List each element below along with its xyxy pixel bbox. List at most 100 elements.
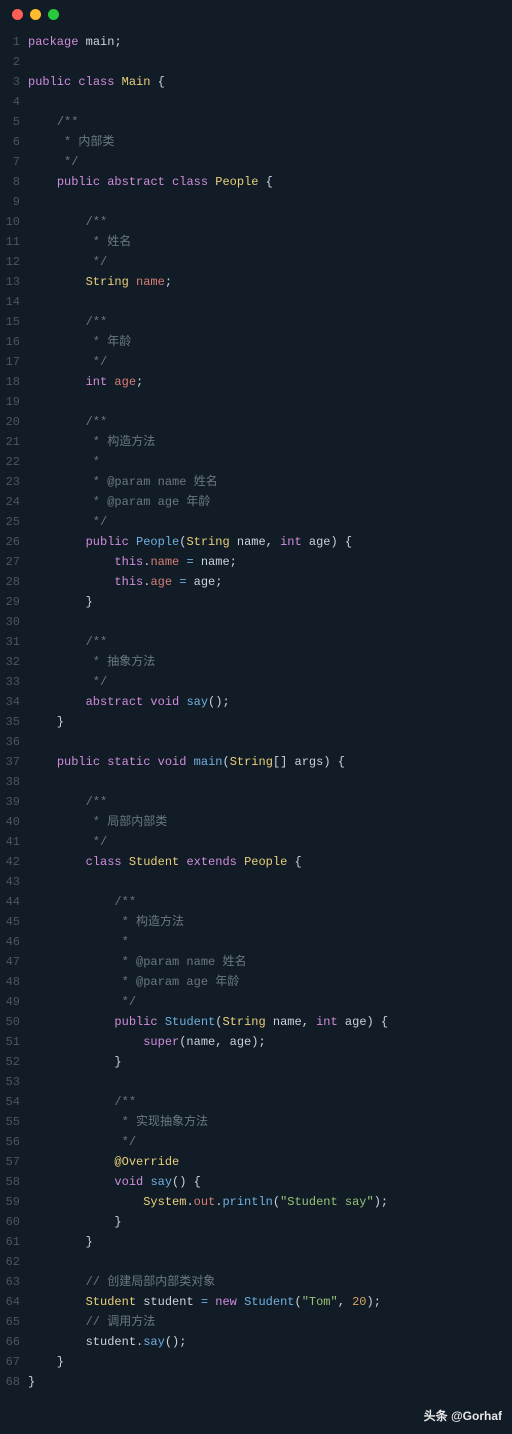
- code-line: 39 /**: [0, 792, 512, 812]
- code-line: 67 }: [0, 1352, 512, 1372]
- code-line: 40 * 局部内部类: [0, 812, 512, 832]
- line-content: }: [28, 1352, 512, 1372]
- line-content: package main;: [28, 32, 512, 52]
- code-line: 35 }: [0, 712, 512, 732]
- line-number: 46: [0, 932, 28, 952]
- line-number: 35: [0, 712, 28, 732]
- line-content: // 调用方法: [28, 1312, 512, 1332]
- line-content: [28, 772, 512, 792]
- line-number: 55: [0, 1112, 28, 1132]
- code-line: 20 /**: [0, 412, 512, 432]
- line-content: * 年龄: [28, 332, 512, 352]
- line-number: 68: [0, 1372, 28, 1392]
- line-number: 67: [0, 1352, 28, 1372]
- line-content: /**: [28, 892, 512, 912]
- line-number: 5: [0, 112, 28, 132]
- code-line: 54 /**: [0, 1092, 512, 1112]
- line-number: 17: [0, 352, 28, 372]
- line-content: */: [28, 832, 512, 852]
- line-number: 7: [0, 152, 28, 172]
- code-line: 45 * 构造方法: [0, 912, 512, 932]
- code-line: 12 */: [0, 252, 512, 272]
- line-number: 44: [0, 892, 28, 912]
- code-line: 14: [0, 292, 512, 312]
- line-content: [28, 1072, 512, 1092]
- maximize-icon[interactable]: [48, 9, 59, 20]
- code-line: 27 this.name = name;: [0, 552, 512, 572]
- line-content: }: [28, 1212, 512, 1232]
- line-number: 64: [0, 1292, 28, 1312]
- line-number: 31: [0, 632, 28, 652]
- line-number: 6: [0, 132, 28, 152]
- line-content: * 抽象方法: [28, 652, 512, 672]
- line-number: 48: [0, 972, 28, 992]
- line-content: }: [28, 1232, 512, 1252]
- line-number: 63: [0, 1272, 28, 1292]
- line-content: [28, 732, 512, 752]
- line-content: /**: [28, 212, 512, 232]
- code-line: 63 // 创建局部内部类对象: [0, 1272, 512, 1292]
- code-line: 26 public People(String name, int age) {: [0, 532, 512, 552]
- line-content: Student student = new Student("Tom", 20)…: [28, 1292, 512, 1312]
- line-content: [28, 92, 512, 112]
- line-content: void say() {: [28, 1172, 512, 1192]
- window-titlebar: [0, 0, 512, 28]
- line-content: [28, 392, 512, 412]
- code-line: 9: [0, 192, 512, 212]
- code-line: 64 Student student = new Student("Tom", …: [0, 1292, 512, 1312]
- code-line: 48 * @param age 年龄: [0, 972, 512, 992]
- code-line: 15 /**: [0, 312, 512, 332]
- minimize-icon[interactable]: [30, 9, 41, 20]
- line-number: 39: [0, 792, 28, 812]
- line-content: }: [28, 1052, 512, 1072]
- line-number: 14: [0, 292, 28, 312]
- code-line: 1package main;: [0, 32, 512, 52]
- code-line: 34 abstract void say();: [0, 692, 512, 712]
- line-content: * 构造方法: [28, 912, 512, 932]
- line-number: 21: [0, 432, 28, 452]
- line-content: // 创建局部内部类对象: [28, 1272, 512, 1292]
- line-content: [28, 612, 512, 632]
- code-window: 1package main;23public class Main {45 /*…: [0, 0, 512, 1434]
- code-line: 21 * 构造方法: [0, 432, 512, 452]
- code-line: 49 */: [0, 992, 512, 1012]
- line-content: @Override: [28, 1152, 512, 1172]
- line-number: 42: [0, 852, 28, 872]
- line-number: 29: [0, 592, 28, 612]
- line-number: 30: [0, 612, 28, 632]
- code-line: 47 * @param name 姓名: [0, 952, 512, 972]
- line-content: * @param name 姓名: [28, 472, 512, 492]
- code-line: 10 /**: [0, 212, 512, 232]
- line-content: [28, 1252, 512, 1272]
- line-content: *: [28, 932, 512, 952]
- close-icon[interactable]: [12, 9, 23, 20]
- line-content: * 姓名: [28, 232, 512, 252]
- line-number: 47: [0, 952, 28, 972]
- code-line: 22 *: [0, 452, 512, 472]
- code-line: 46 *: [0, 932, 512, 952]
- line-content: super(name, age);: [28, 1032, 512, 1052]
- code-line: 29 }: [0, 592, 512, 612]
- line-number: 28: [0, 572, 28, 592]
- line-content: [28, 52, 512, 72]
- line-number: 53: [0, 1072, 28, 1092]
- line-number: 25: [0, 512, 28, 532]
- line-number: 40: [0, 812, 28, 832]
- line-number: 23: [0, 472, 28, 492]
- code-line: 25 */: [0, 512, 512, 532]
- line-number: 58: [0, 1172, 28, 1192]
- line-content: */: [28, 672, 512, 692]
- line-content: public People(String name, int age) {: [28, 532, 512, 552]
- code-line: 53: [0, 1072, 512, 1092]
- code-line: 56 */: [0, 1132, 512, 1152]
- line-number: 60: [0, 1212, 28, 1232]
- code-line: 32 * 抽象方法: [0, 652, 512, 672]
- line-content: * 实现抽象方法: [28, 1112, 512, 1132]
- line-number: 13: [0, 272, 28, 292]
- line-number: 11: [0, 232, 28, 252]
- code-line: 44 /**: [0, 892, 512, 912]
- code-line: 62: [0, 1252, 512, 1272]
- line-number: 65: [0, 1312, 28, 1332]
- line-number: 49: [0, 992, 28, 1012]
- line-content: /**: [28, 632, 512, 652]
